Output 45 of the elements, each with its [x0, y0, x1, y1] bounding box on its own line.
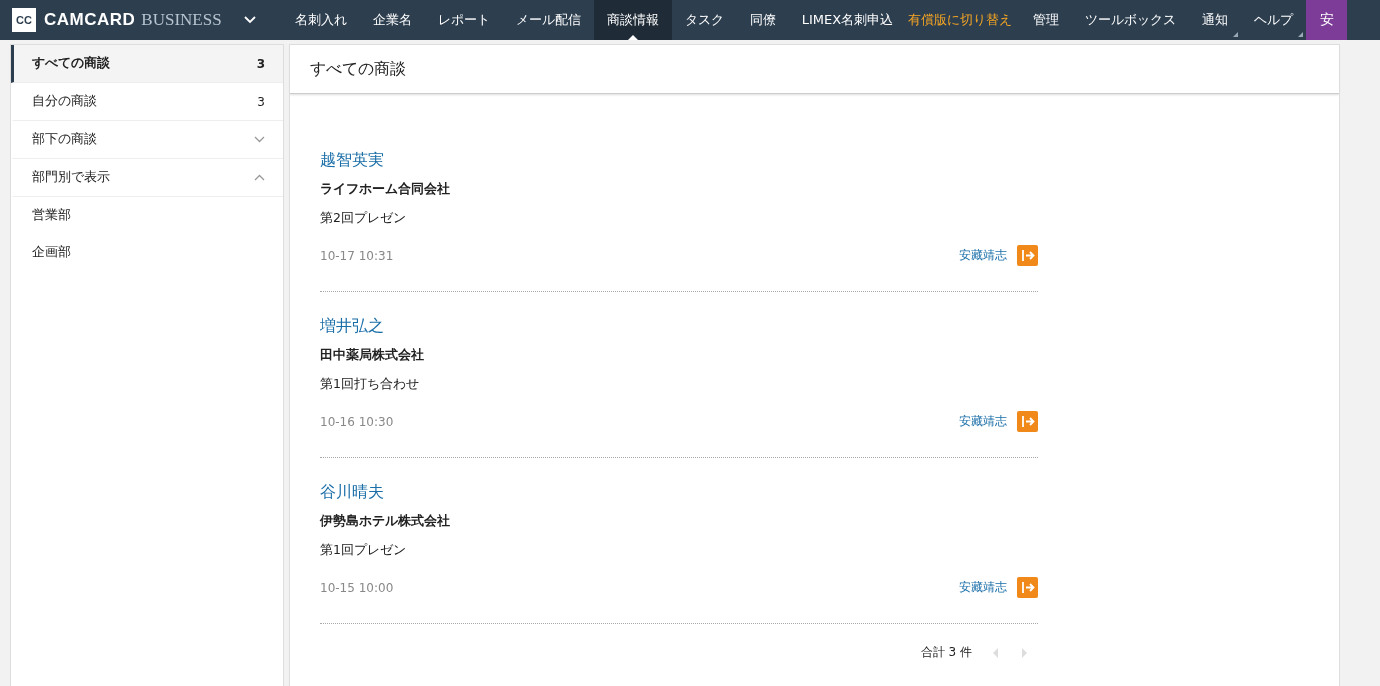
deal-time: 10-16 10:30: [320, 414, 395, 429]
sidebar-item[interactable]: 部門別で表示: [11, 159, 283, 197]
nav-tab[interactable]: メール配信: [502, 0, 594, 40]
contact-name[interactable]: 越智英実: [320, 150, 384, 171]
upgrade-link[interactable]: 有償版に切り替え: [908, 11, 1013, 29]
contact-name[interactable]: 増井弘之: [320, 316, 384, 337]
deal-time: 10-17 10:31: [320, 248, 395, 263]
nav-tab[interactable]: 管理: [1020, 0, 1073, 40]
nav-tab[interactable]: 通知: [1189, 0, 1242, 40]
nav-tab[interactable]: ツールボックス: [1072, 0, 1190, 40]
user-avatar[interactable]: 安: [1306, 0, 1348, 40]
deal-subject: 第1回プレゼン: [320, 542, 406, 559]
company-name: ライフホーム合同会社: [320, 181, 450, 198]
sidebar-item[interactable]: 企画部: [11, 234, 283, 271]
owner-link[interactable]: 安藏靖志: [959, 247, 1007, 264]
next-page-icon[interactable]: [1020, 646, 1028, 659]
brand-subtitle: BUSINESS: [141, 10, 222, 30]
nav-tab[interactable]: 商談情報: [593, 0, 672, 40]
logo-icon: CC: [12, 8, 36, 32]
nav-tab[interactable]: LIMEX名刺申込: [788, 0, 907, 40]
prev-page-icon[interactable]: [992, 646, 1000, 659]
contact-name[interactable]: 谷川晴夫: [320, 482, 384, 503]
sidebar-item[interactable]: 自分の商談 3: [11, 83, 283, 121]
nav-tab[interactable]: 名刺入れ: [281, 0, 360, 40]
deal-time: 10-15 10:00: [320, 580, 395, 595]
arrow-right-icon[interactable]: [1017, 411, 1038, 432]
sidebar-item[interactable]: 部下の商談: [11, 121, 283, 159]
arrow-right-icon[interactable]: [1017, 245, 1038, 266]
deal-subject: 第2回プレゼン: [320, 210, 406, 227]
nav-tab[interactable]: タスク: [671, 0, 737, 40]
chevron-down-icon[interactable]: [243, 16, 256, 24]
deal-subject: 第1回打ち合わせ: [320, 376, 419, 393]
sidebar-item[interactable]: 営業部: [11, 197, 283, 234]
nav-tab[interactable]: 企業名: [359, 0, 425, 40]
company-name: 伊勢島ホテル株式会社: [320, 513, 450, 530]
panel-title: すべての商談: [310, 58, 406, 80]
sidebar-item[interactable]: すべての商談 3: [11, 45, 283, 83]
arrow-right-icon[interactable]: [1017, 577, 1038, 598]
owner-link[interactable]: 安藏靖志: [959, 579, 1007, 596]
total-count: 合計 3 件: [920, 644, 972, 661]
nav-tab[interactable]: 同僚: [736, 0, 789, 40]
owner-link[interactable]: 安藏靖志: [959, 413, 1007, 430]
nav-tab[interactable]: レポート: [424, 0, 503, 40]
company-name: 田中薬局株式会社: [320, 347, 424, 364]
brand-name: CAMCARD: [44, 10, 136, 30]
